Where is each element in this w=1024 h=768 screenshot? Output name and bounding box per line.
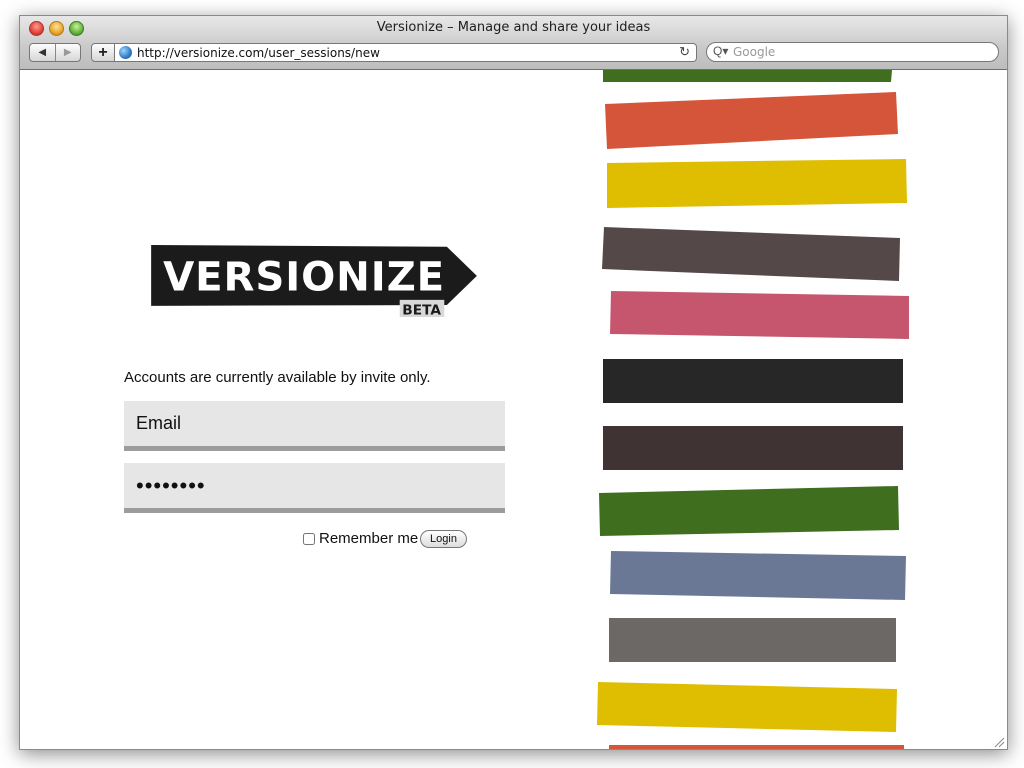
browser-window: Versionize – Manage and share your ideas… xyxy=(19,15,1008,750)
browser-toolbar: Versionize – Manage and share your ideas… xyxy=(20,16,1007,70)
remember-me-checkbox[interactable] xyxy=(303,532,315,545)
stripe-7 xyxy=(603,426,903,470)
stripe-9 xyxy=(610,551,906,600)
back-button[interactable]: ◀ xyxy=(30,44,55,61)
stripe-11 xyxy=(597,682,897,732)
add-bookmark-button[interactable]: + xyxy=(91,43,115,62)
forward-button[interactable]: ▶ xyxy=(54,44,81,61)
stripe-12 xyxy=(609,745,904,749)
window-title: Versionize – Manage and share your ideas xyxy=(376,20,651,35)
stripe-6 xyxy=(603,359,903,403)
search-field[interactable]: Q▾ Google xyxy=(706,42,999,62)
stripe-5 xyxy=(610,291,909,339)
stripe-10 xyxy=(609,618,896,662)
search-placeholder: Google xyxy=(733,45,776,59)
logo-wordmark: VERSIONIZE xyxy=(163,254,445,300)
page-content: VERSIONIZE BETA Accounts are currently a… xyxy=(20,70,1007,749)
search-icon[interactable]: Q▾ xyxy=(713,44,728,58)
remember-me[interactable]: Remember me xyxy=(303,530,418,547)
remember-me-label: Remember me xyxy=(319,530,419,547)
beta-badge: BETA xyxy=(402,302,441,317)
resize-grip-icon[interactable] xyxy=(993,736,1005,748)
password-field[interactable] xyxy=(124,463,505,513)
stripe-8 xyxy=(599,486,899,536)
address-url[interactable]: http://versionize.com/user_sessions/new xyxy=(137,46,380,60)
stripe-2 xyxy=(605,92,898,149)
invite-notice: Accounts are currently available by invi… xyxy=(124,369,431,386)
email-field[interactable] xyxy=(124,401,505,451)
versionize-logo: VERSIONIZE BETA xyxy=(151,245,477,317)
stripe-3 xyxy=(607,159,907,208)
login-button[interactable]: Login xyxy=(420,530,467,548)
stripe-1 xyxy=(603,70,892,82)
stripe-4 xyxy=(602,227,900,281)
nav-buttons: ◀ ▶ xyxy=(29,43,81,62)
globe-icon xyxy=(119,46,132,59)
reload-icon[interactable]: ↻ xyxy=(679,44,690,60)
address-bar[interactable]: http://versionize.com/user_sessions/new … xyxy=(115,43,697,62)
